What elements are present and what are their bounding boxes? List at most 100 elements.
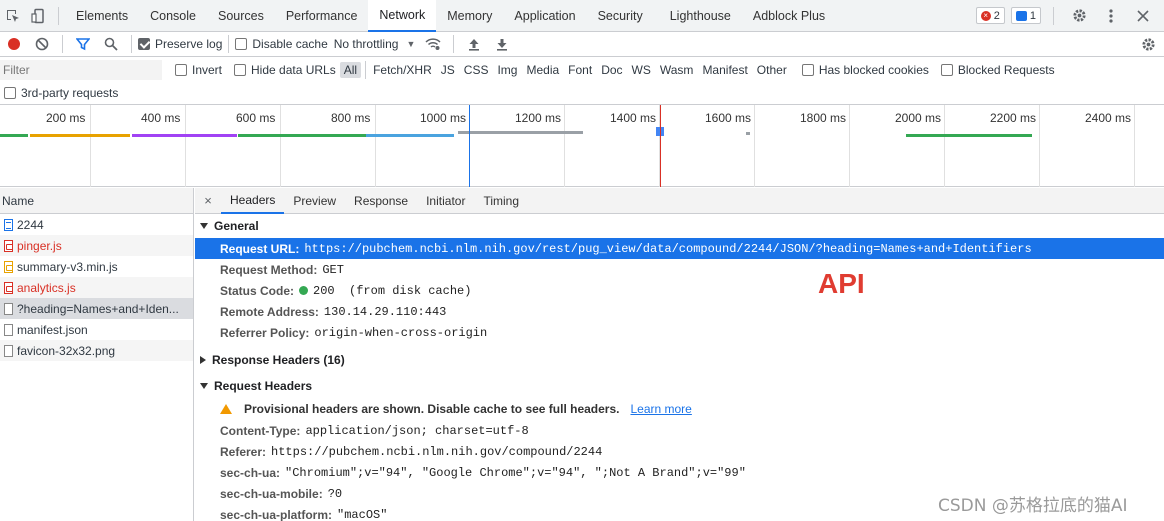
has-blocked-cookies-checkbox[interactable]: Has blocked cookies — [801, 63, 929, 77]
filter-type-doc[interactable]: Doc — [597, 62, 626, 78]
tab-adblock-plus[interactable]: Adblock Plus — [742, 0, 836, 32]
tab-network[interactable]: Network — [368, 0, 437, 32]
request-row-summary[interactable]: summary-v3.min.js — [0, 256, 193, 277]
tab-sources[interactable]: Sources — [207, 0, 275, 32]
close-icon[interactable] — [1130, 0, 1156, 32]
network-settings-button[interactable] — [1134, 32, 1162, 57]
request-row-selected[interactable]: ?heading=Names+and+Iden... — [0, 298, 193, 319]
header-key: sec-ch-ua: — [220, 465, 281, 480]
filter-type-css[interactable]: CSS — [460, 62, 493, 78]
disable-cache-check[interactable] — [235, 38, 248, 50]
request-name: manifest.json — [17, 322, 88, 337]
settings-gear-icon[interactable] — [1066, 0, 1092, 32]
message-count-badge[interactable]: 1 — [1010, 7, 1041, 24]
network-overview-timeline[interactable]: 200 ms 400 ms 600 ms 800 ms 1000 ms 1200… — [0, 105, 1164, 187]
filter-type-other[interactable]: Other — [753, 62, 791, 78]
tab-security[interactable]: Security — [587, 0, 654, 32]
blocked-requests-check[interactable] — [940, 64, 953, 76]
tab-response[interactable]: Response — [345, 188, 417, 214]
import-har-button[interactable] — [460, 32, 488, 57]
third-party-label: 3rd-party requests — [21, 86, 119, 100]
blocked-requests-checkbox[interactable]: Blocked Requests — [940, 63, 1055, 77]
section-title: Request Headers — [214, 379, 313, 393]
timeline-tick-label: 1400 ms — [610, 111, 657, 125]
close-detail-icon[interactable]: × — [195, 193, 221, 208]
tab-console[interactable]: Console — [139, 0, 207, 32]
request-row-manifest[interactable]: manifest.json — [0, 319, 193, 340]
inspect-element-icon[interactable] — [0, 0, 26, 32]
response-headers-section-header[interactable]: Response Headers (16) — [195, 348, 1164, 372]
header-value: 130.14.29.110:443 — [323, 304, 447, 319]
preserve-log-check[interactable] — [138, 38, 150, 50]
search-button[interactable] — [97, 32, 125, 57]
request-row-favicon[interactable]: favicon-32x32.png — [0, 340, 193, 361]
learn-more-link[interactable]: Learn more — [630, 402, 691, 416]
third-party-check[interactable] — [4, 87, 16, 99]
file-icon — [4, 344, 13, 357]
third-party-checkbox[interactable]: 3rd-party requests — [4, 86, 118, 100]
more-options-icon[interactable] — [1098, 0, 1124, 32]
warning-icon — [220, 404, 232, 414]
disable-cache-label: Disable cache — [252, 37, 328, 51]
disable-cache-checkbox[interactable]: Disable cache — [235, 37, 328, 51]
record-button[interactable] — [0, 32, 28, 57]
request-name: 2244 — [17, 217, 44, 232]
filter-type-ws[interactable]: WS — [628, 62, 655, 78]
filter-type-font[interactable]: Font — [564, 62, 596, 78]
tab-application[interactable]: Application — [503, 0, 586, 32]
tab-preview[interactable]: Preview — [284, 188, 345, 214]
csdn-watermark: CSDN @苏格拉底的猫AI — [938, 496, 1128, 516]
invert-check[interactable] — [175, 64, 187, 76]
request-headers-section-header[interactable]: Request Headers — [195, 374, 1164, 398]
network-conditions-button[interactable] — [419, 32, 447, 57]
filter-toggle-button[interactable] — [69, 32, 97, 57]
tab-initiator[interactable]: Initiator — [417, 188, 474, 214]
filter-type-js[interactable]: JS — [437, 62, 459, 78]
header-key: Remote Address: — [220, 304, 319, 319]
invert-checkbox[interactable]: Invert — [175, 63, 222, 77]
request-name: favicon-32x32.png — [17, 343, 116, 358]
filter-type-wasm[interactable]: Wasm — [656, 62, 698, 78]
header-value: application/json; charset=utf-8 — [305, 423, 529, 438]
preserve-log-checkbox[interactable]: Preserve log — [138, 37, 222, 51]
has-blocked-cookies-check[interactable] — [801, 64, 814, 76]
filter-type-media[interactable]: Media — [522, 62, 563, 78]
tab-lighthouse[interactable]: Lighthouse — [654, 0, 742, 32]
tab-memory[interactable]: Memory — [436, 0, 503, 32]
general-section-header[interactable]: General — [195, 214, 1164, 238]
request-url-row[interactable]: Request URL: https://pubchem.ncbi.nlm.ni… — [195, 238, 1164, 259]
hide-data-urls-checkbox[interactable]: Hide data URLs — [234, 63, 336, 77]
name-column-header[interactable]: Name — [0, 188, 193, 214]
tab-timing[interactable]: Timing — [474, 188, 528, 214]
api-annotation-label: API — [818, 268, 865, 299]
section-title: Response Headers (16) — [212, 353, 345, 367]
tab-performance[interactable]: Performance — [275, 0, 369, 32]
request-row-analytics[interactable]: analytics.js — [0, 277, 193, 298]
request-list: Name 2244 pinger.js summary-v3.min.js an… — [0, 188, 194, 521]
request-row-pinger[interactable]: pinger.js — [0, 235, 193, 256]
dropdown-arrow-icon: ▼ — [406, 39, 416, 49]
filter-type-img[interactable]: Img — [493, 62, 521, 78]
request-row-2244[interactable]: 2244 — [0, 214, 193, 235]
hide-data-urls-check[interactable] — [234, 64, 247, 76]
status-code-row: Status Code: 200 (from disk cache) — [195, 280, 1164, 301]
throttling-select[interactable]: No throttling ▼ — [334, 37, 416, 51]
device-toolbar-icon[interactable] — [26, 0, 52, 32]
clear-icon — [35, 37, 49, 51]
timeline-tick-label: 200 ms — [46, 111, 86, 125]
tab-elements[interactable]: Elements — [65, 0, 139, 32]
filter-type-manifest[interactable]: Manifest — [698, 62, 751, 78]
message-icon — [1015, 10, 1027, 21]
timeline-gridline — [185, 105, 186, 187]
search-icon — [104, 37, 118, 51]
filter-type-fetch-xhr[interactable]: Fetch/XHR — [369, 62, 436, 78]
section-title: General — [214, 219, 259, 233]
timeline-gridline — [375, 105, 376, 187]
export-har-button[interactable] — [488, 32, 516, 57]
error-count-badge[interactable]: × 2 — [975, 7, 1005, 24]
clear-button[interactable] — [28, 32, 56, 57]
filter-input[interactable]: Filter — [0, 60, 162, 80]
filter-type-all[interactable]: All — [339, 62, 362, 78]
request-method-row: Request Method: GET — [195, 259, 1164, 280]
tab-headers[interactable]: Headers — [221, 188, 285, 214]
